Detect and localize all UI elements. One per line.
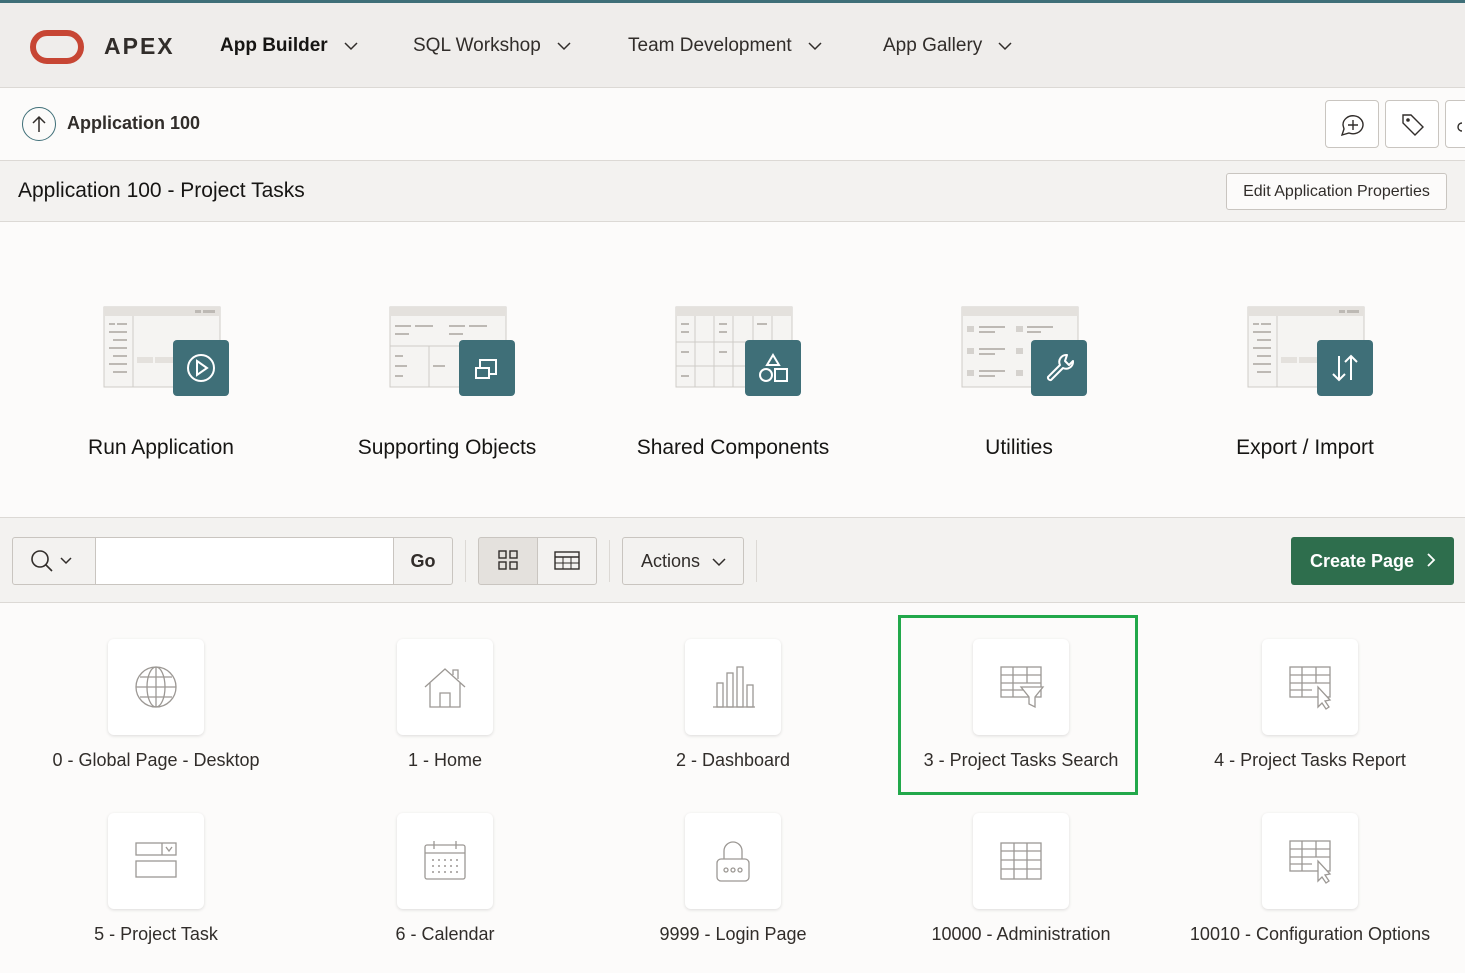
chevron-down-icon: [557, 35, 571, 57]
page-label: 1 - Home: [407, 750, 483, 770]
application-title-bar: Application 100 - Project Tasks Edit App…: [0, 161, 1465, 222]
tag-button[interactable]: [1385, 100, 1439, 148]
page-toolbar: Go Actions Create Page: [0, 517, 1465, 603]
tile-label: Export / Import: [1236, 436, 1374, 459]
tile-label: Supporting Objects: [357, 436, 537, 459]
page-card-6[interactable]: 6 - Calendar: [310, 813, 580, 973]
top-navigation-bar: APEX App Builder SQL Workshop Team Devel…: [0, 0, 1465, 88]
tile-run-application[interactable]: Run Application: [41, 300, 281, 470]
chevron-down-icon: [808, 35, 822, 57]
chevron-down-icon: [344, 35, 358, 57]
grid-view-button[interactable]: [478, 537, 538, 585]
filter-grid-icon: [973, 639, 1069, 735]
page-card-8[interactable]: 10000 - Administration: [886, 813, 1156, 973]
report-icon: [1262, 813, 1358, 909]
page-card-7[interactable]: 9999 - Login Page: [598, 813, 868, 973]
page-label: 5 - Project Task: [94, 924, 218, 944]
nav-team-development[interactable]: Team Development: [628, 35, 822, 57]
wrench-icon: [1031, 340, 1087, 396]
chevron-right-icon: [1427, 553, 1436, 567]
page-label: 4 - Project Tasks Report: [1214, 750, 1406, 770]
nav-sql-workshop[interactable]: SQL Workshop: [413, 35, 571, 57]
up-arrow-button[interactable]: [22, 107, 56, 141]
globe-icon: [108, 639, 204, 735]
edit-application-properties-button[interactable]: Edit Application Properties: [1226, 173, 1447, 210]
grid-icon: [973, 813, 1069, 909]
apex-logo-text[interactable]: APEX: [104, 33, 175, 60]
home-icon: [397, 639, 493, 735]
divider: [609, 540, 610, 582]
report-view-button[interactable]: [537, 537, 597, 585]
page-label: 9999 - Login Page: [659, 924, 807, 944]
page-card-3[interactable]: 3 - Project Tasks Search: [886, 639, 1156, 799]
nav-team-development-label: Team Development: [628, 35, 792, 57]
form-icon: [108, 813, 204, 909]
page-label: 6 - Calendar: [395, 924, 495, 944]
create-page-button[interactable]: Create Page: [1291, 537, 1454, 585]
page-label: 10000 - Administration: [931, 924, 1111, 944]
page-card-0[interactable]: 0 - Global Page - Desktop: [21, 639, 291, 799]
page-title: Application 100 - Project Tasks: [18, 179, 305, 202]
arrow-up-icon: [32, 115, 46, 132]
arrows-up-down-icon: [1317, 340, 1373, 396]
search-input[interactable]: [95, 537, 394, 585]
nav-app-gallery[interactable]: App Gallery: [883, 35, 1012, 57]
report-icon: [1262, 639, 1358, 735]
actions-menu-button[interactable]: Actions: [622, 537, 744, 585]
table-view-icon: [554, 551, 580, 570]
page-card-9[interactable]: 10010 - Configuration Options: [1175, 813, 1445, 973]
tile-supporting-objects[interactable]: Supporting Objects: [327, 300, 567, 470]
breadcrumb: Application 100: [0, 88, 1465, 161]
go-button[interactable]: Go: [393, 537, 453, 585]
calendar-icon: [397, 813, 493, 909]
tile-label: Run Application: [88, 436, 234, 459]
lock-icon: [685, 813, 781, 909]
search-icon: [31, 550, 72, 572]
tile-shared-components[interactable]: Shared Components: [613, 300, 853, 470]
tile-label: Shared Components: [636, 436, 830, 459]
divider: [465, 540, 466, 582]
page-card-1[interactable]: 1 - Home: [310, 639, 580, 799]
search-options-button[interactable]: [12, 537, 96, 585]
nav-sql-workshop-label: SQL Workshop: [413, 35, 541, 57]
link-icon: [1457, 122, 1463, 132]
page-card-4[interactable]: 4 - Project Tasks Report: [1175, 639, 1445, 799]
page-label: 0 - Global Page - Desktop: [52, 750, 260, 770]
divider: [756, 540, 757, 582]
page-card-2[interactable]: 2 - Dashboard: [598, 639, 868, 799]
chevron-down-icon: [998, 35, 1012, 57]
nav-app-gallery-label: App Gallery: [883, 35, 983, 57]
create-page-label: Create Page: [1310, 551, 1415, 571]
tag-icon: [1402, 114, 1424, 136]
page-card-5[interactable]: 5 - Project Task: [21, 813, 291, 973]
page-label: 2 - Dashboard: [675, 750, 791, 770]
grid-view-icon: [498, 550, 518, 570]
chat-plus-icon: [1340, 115, 1364, 137]
shapes-icon: [745, 340, 801, 396]
tile-utilities[interactable]: Utilities: [899, 300, 1139, 470]
feedback-button[interactable]: [1325, 100, 1379, 148]
nav-app-builder-label: App Builder: [220, 35, 328, 57]
tile-label: Utilities: [985, 436, 1053, 459]
chevron-down-icon: [712, 558, 726, 567]
actions-label: Actions: [641, 551, 701, 571]
scroll-icon: [459, 340, 515, 396]
oracle-logo-icon[interactable]: [30, 30, 84, 64]
play-icon: [173, 340, 229, 396]
breadcrumb-application-label[interactable]: Application 100: [67, 113, 200, 134]
nav-app-builder[interactable]: App Builder: [220, 35, 358, 57]
bar-chart-icon: [685, 639, 781, 735]
tile-export-import[interactable]: Export / Import: [1185, 300, 1425, 470]
page-label: 10010 - Configuration Options: [1189, 924, 1431, 944]
more-tools-button[interactable]: [1445, 100, 1465, 148]
page-label: 3 - Project Tasks Search: [923, 750, 1119, 770]
